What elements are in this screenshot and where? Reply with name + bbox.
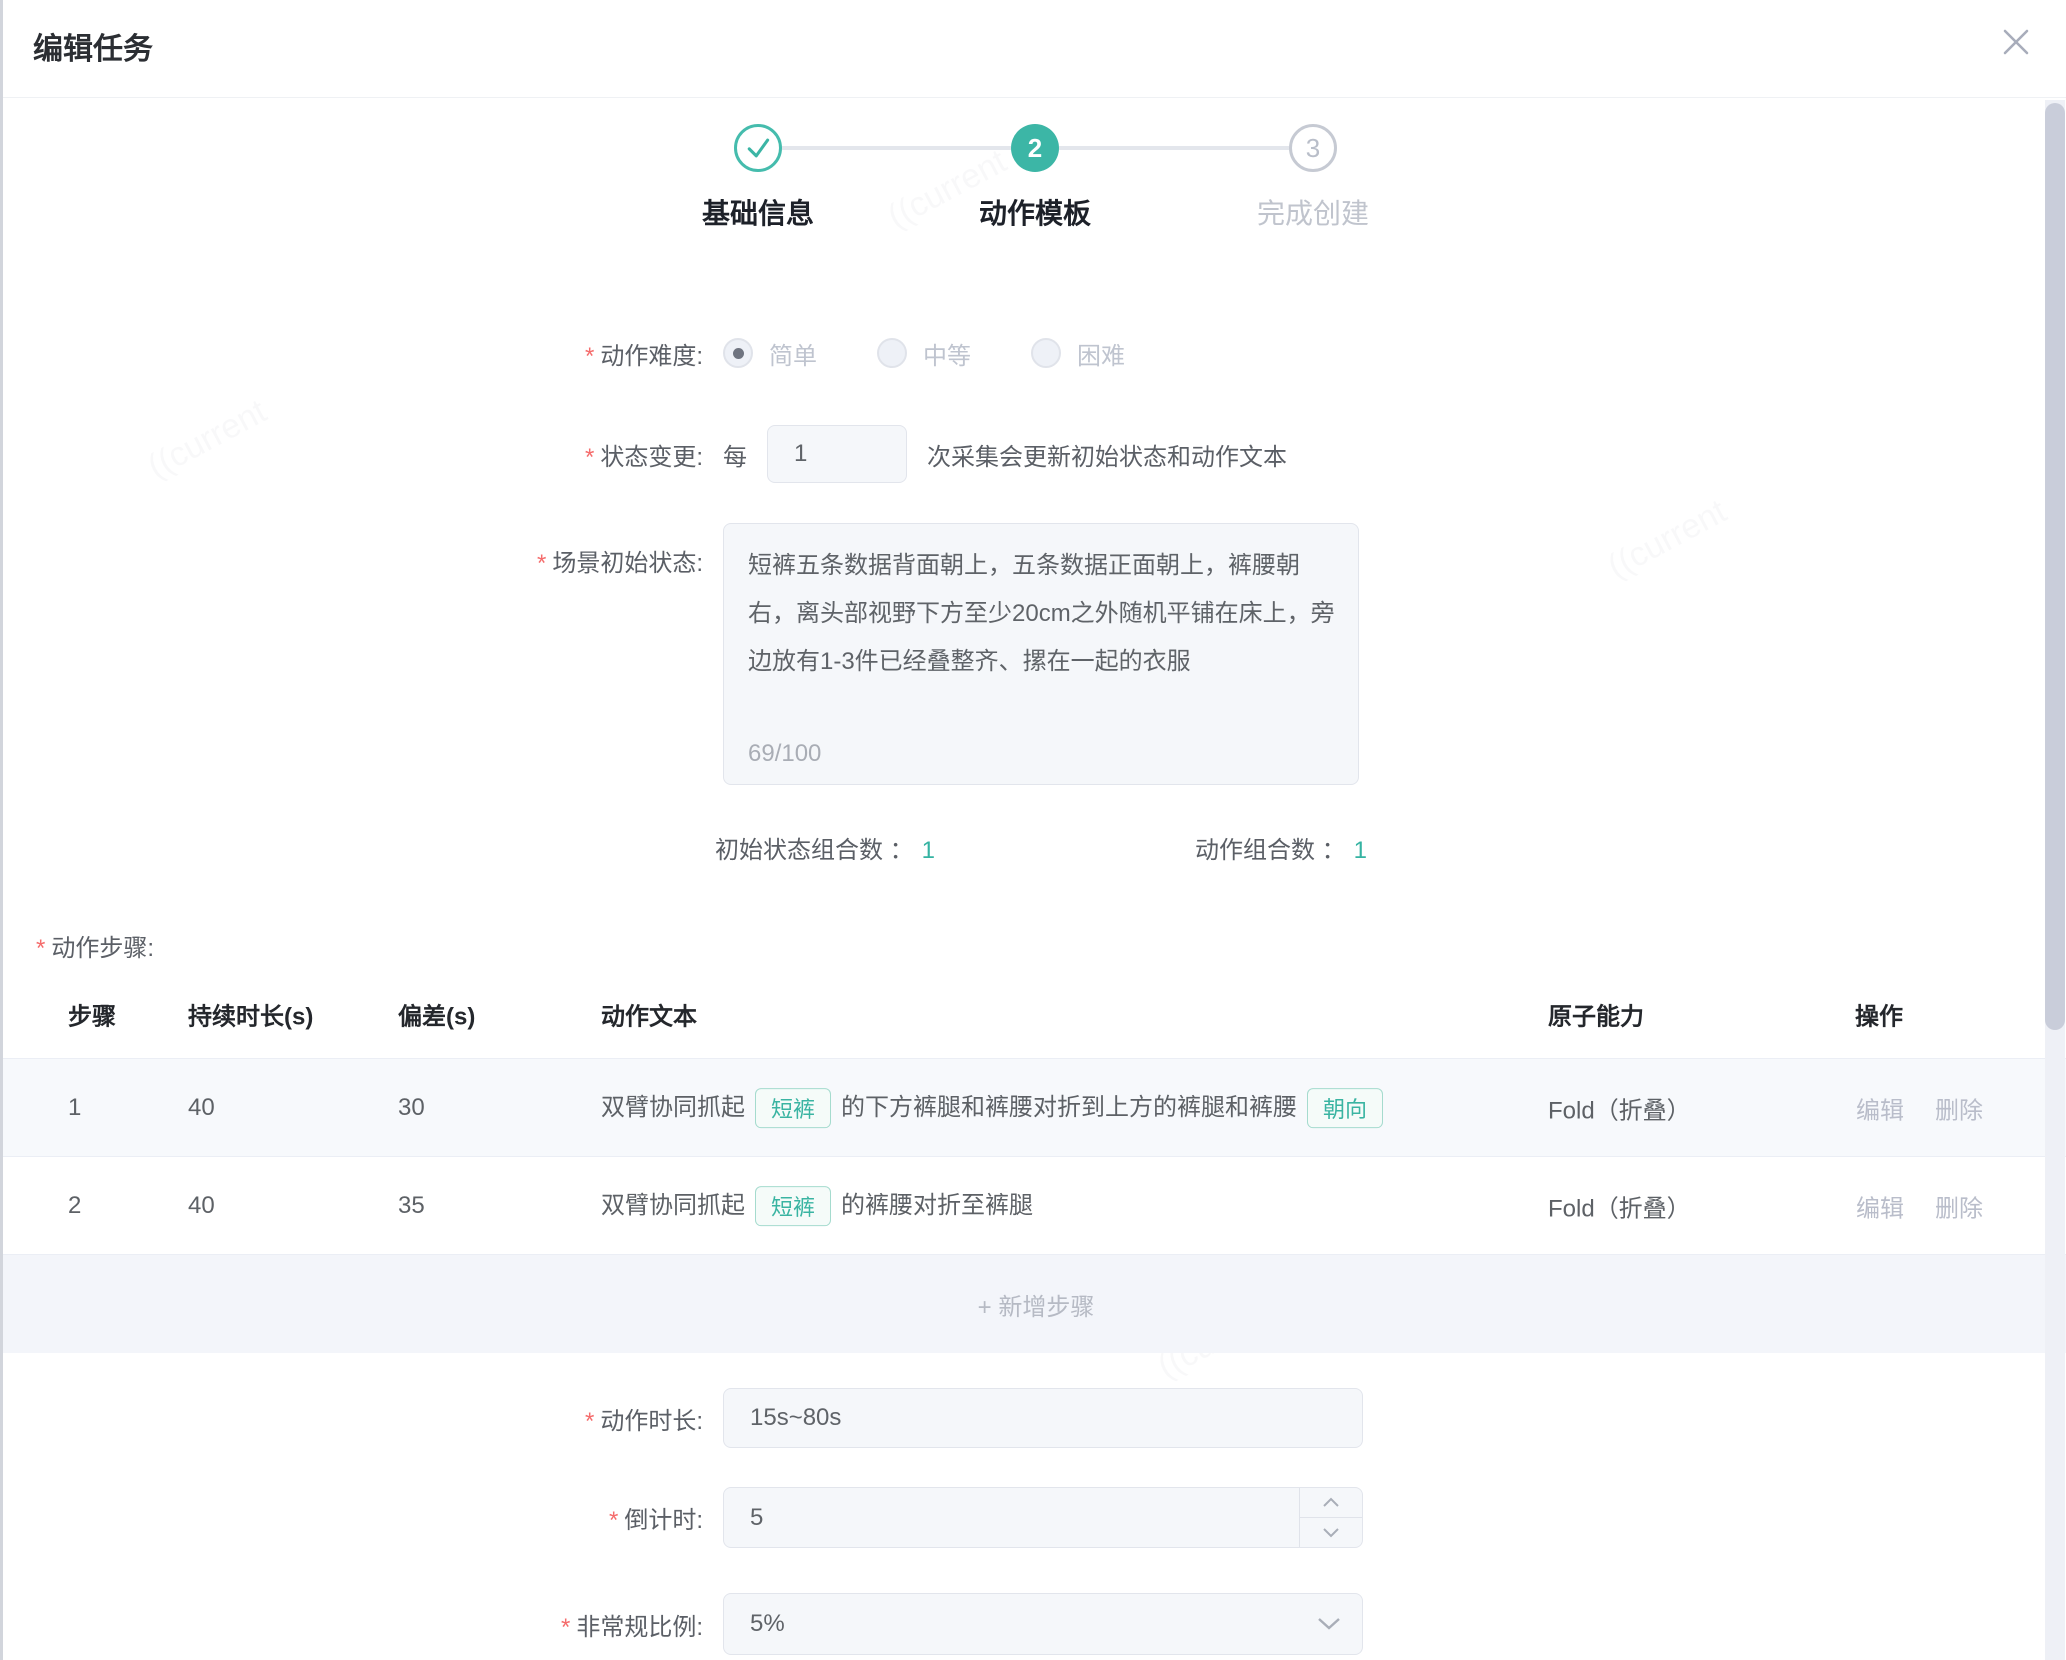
initial-state-label: *场景初始状态: — [3, 523, 703, 578]
required-mark: * — [537, 550, 546, 577]
step-2-label: 动作模板 — [915, 192, 1155, 232]
countdown-row: *倒计时: 5 — [3, 1487, 2066, 1548]
radio-label: 简单 — [769, 336, 817, 371]
action-combo-count: 动作组合数 ：1 — [1195, 830, 1367, 865]
cell-step: 1 — [68, 1094, 81, 1122]
action-text-fragment: 的下方裤腿和裤腰对折到上方的裤腿和裤腰 — [841, 1094, 1297, 1121]
state-change-input[interactable]: 1 — [767, 425, 907, 483]
radio-circle — [877, 338, 907, 368]
unusual-ratio-select[interactable]: 5% — [723, 1593, 1363, 1655]
step-connector — [1059, 146, 1289, 150]
chevron-down-icon — [1322, 1527, 1340, 1538]
combo-counts: 初始状态组合数 ：1 动作组合数 ：1 — [3, 822, 2066, 868]
chevron-down-icon — [1316, 1610, 1342, 1638]
edit-link[interactable]: 编辑 — [1856, 1090, 1904, 1125]
cell-duration: 40 — [188, 1094, 215, 1122]
step-number: 2 — [1028, 133, 1042, 164]
col-step: 步骤 — [68, 997, 116, 1032]
radio-label: 困难 — [1077, 336, 1125, 371]
unusual-ratio-label: *非常规比例: — [3, 1607, 703, 1642]
action-tag: 短裤 — [755, 1186, 831, 1226]
cell-action-text: 双臂协同抓起短裤的下方裤腿和裤腰对折到上方的裤腿和裤腰朝向 — [601, 1087, 1561, 1129]
required-mark: * — [36, 935, 45, 962]
char-counter: 69/100 — [748, 740, 821, 768]
action-combo-value: 1 — [1354, 837, 1367, 864]
countdown-input[interactable]: 5 — [723, 1487, 1363, 1548]
unusual-ratio-row: *非常规比例: 5% — [3, 1593, 2066, 1655]
cell-deviation: 30 — [398, 1094, 425, 1122]
chevron-up-icon — [1322, 1497, 1340, 1508]
radio-circle — [723, 338, 753, 368]
action-text-fragment: 双臂协同抓起 — [601, 1192, 745, 1219]
stepper: 2 3 基础信息 动作模板 完成创建 — [3, 0, 2066, 240]
radio-circle — [1031, 338, 1061, 368]
delete-link[interactable]: 删除 — [1935, 1188, 1983, 1223]
step-2-indicator: 2 — [1011, 124, 1059, 172]
table-row: 24035双臂协同抓起短裤的裤腰对折至裤腿Fold（折叠）编辑删除 — [3, 1157, 2066, 1255]
countdown-label: *倒计时: — [3, 1500, 703, 1535]
state-change-suffix: 次采集会更新初始状态和动作文本 — [927, 437, 1287, 472]
required-mark: * — [561, 1614, 570, 1641]
initial-state-textarea[interactable]: 短裤五条数据背面朝上，五条数据正面朝上，裤腰朝右，离头部视野下方至少20cm之外… — [723, 523, 1359, 785]
col-duration: 持续时长(s) — [188, 997, 313, 1032]
duration-label: *动作时长: — [3, 1401, 703, 1436]
delete-link[interactable]: 删除 — [1935, 1090, 1983, 1125]
cell-ability: Fold（折叠） — [1548, 1188, 1691, 1223]
required-mark: * — [585, 343, 594, 370]
increment-button[interactable] — [1300, 1488, 1362, 1518]
col-ability: 原子能力 — [1548, 997, 1644, 1032]
check-icon — [737, 127, 779, 169]
col-deviation: 偏差(s) — [398, 997, 475, 1032]
state-change-row: *状态变更: 每 1 次采集会更新初始状态和动作文本 — [3, 423, 2066, 485]
action-steps-table: 步骤 持续时长(s) 偏差(s) 动作文本 原子能力 操作 1 40 30 双臂协同抓… — [3, 970, 2066, 1353]
required-mark: * — [585, 1408, 594, 1435]
cell-deviation: 35 — [398, 1192, 425, 1220]
step-3-label: 完成创建 — [1193, 192, 1433, 232]
initial-state-row: *场景初始状态: 短裤五条数据背面朝上，五条数据正面朝上，裤腰朝右，离头部视野下… — [3, 523, 2066, 785]
initial-state-text: 短裤五条数据背面朝上，五条数据正面朝上，裤腰朝右，离头部视野下方至少20cm之外… — [748, 542, 1340, 686]
state-change-label: *状态变更: — [3, 437, 703, 472]
action-steps-label: *动作步骤: — [36, 928, 154, 963]
required-mark: * — [585, 444, 594, 471]
scrollbar-track — [2045, 100, 2065, 1660]
decrement-button[interactable] — [1300, 1518, 1362, 1547]
action-tag: 朝向 — [1307, 1088, 1383, 1128]
initial-combo-value: 1 — [922, 837, 935, 864]
action-text-fragment: 双臂协同抓起 — [601, 1094, 745, 1121]
difficulty-row: *动作难度: 简单 中等 困难 — [3, 330, 2066, 376]
cell-ability: Fold（折叠） — [1548, 1090, 1691, 1125]
step-3-indicator: 3 — [1289, 124, 1337, 172]
state-change-prefix: 每 — [723, 437, 747, 472]
difficulty-label: *动作难度: — [3, 336, 703, 371]
radio-medium[interactable]: 中等 — [877, 336, 971, 371]
action-tag: 短裤 — [755, 1088, 831, 1128]
radio-label: 中等 — [923, 336, 971, 371]
cell-step: 2 — [68, 1192, 81, 1220]
table-row: 14030双臂协同抓起短裤的下方裤腿和裤腰对折到上方的裤腿和裤腰朝向Fold（折… — [3, 1059, 2066, 1157]
cell-action-text: 双臂协同抓起短裤的裤腰对折至裤腿 — [601, 1185, 1561, 1227]
col-text: 动作文本 — [601, 997, 697, 1032]
duration-input[interactable]: 15s~80s — [723, 1388, 1363, 1448]
radio-hard[interactable]: 困难 — [1031, 336, 1125, 371]
step-number: 3 — [1306, 133, 1320, 164]
edit-link[interactable]: 编辑 — [1856, 1188, 1904, 1223]
add-step-button[interactable]: + 新增步骤 — [3, 1255, 2066, 1353]
duration-row: *动作时长: 15s~80s — [3, 1388, 2066, 1448]
initial-combo-count: 初始状态组合数 ：1 — [715, 830, 935, 865]
step-1-indicator — [734, 124, 782, 172]
step-1-label: 基础信息 — [638, 192, 878, 232]
table-header: 步骤 持续时长(s) 偏差(s) 动作文本 原子能力 操作 — [3, 970, 2066, 1059]
edit-task-dialog: ((current ((current ((current ((current … — [0, 0, 2066, 1660]
cell-duration: 40 — [188, 1192, 215, 1220]
action-text-fragment: 的裤腰对折至裤腿 — [841, 1192, 1033, 1219]
radio-easy[interactable]: 简单 — [723, 336, 817, 371]
scrollbar-thumb[interactable] — [2045, 103, 2065, 1030]
col-actions: 操作 — [1855, 997, 1903, 1032]
step-connector — [782, 146, 1011, 150]
required-mark: * — [609, 1507, 618, 1534]
